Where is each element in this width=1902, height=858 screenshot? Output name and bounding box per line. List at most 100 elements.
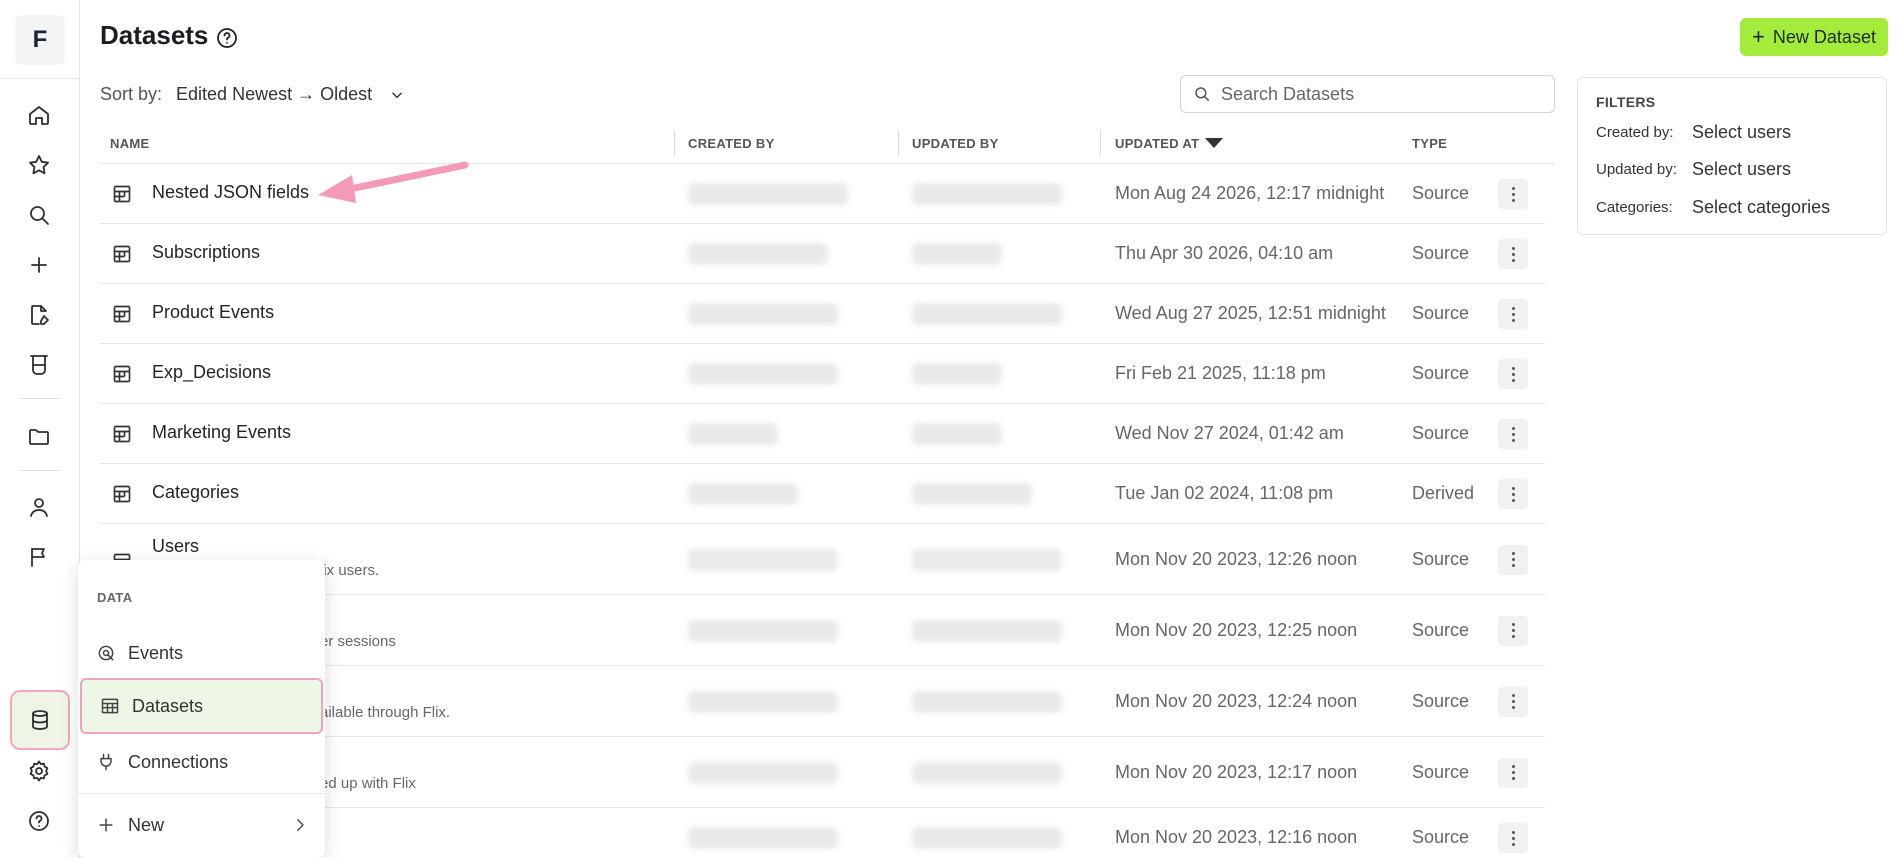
filters-panel: FILTERS Created by: Select users Updated… xyxy=(1577,77,1887,235)
updated-at-cell: Wed Aug 27 2025, 12:51 midnight xyxy=(1115,303,1386,323)
plus-icon xyxy=(31,257,47,273)
menu-item-new[interactable]: New xyxy=(78,800,325,850)
row-more-button[interactable] xyxy=(1498,823,1528,853)
plug-icon xyxy=(100,753,112,771)
home-icon xyxy=(29,106,49,125)
user-icon xyxy=(30,498,48,517)
sort-label: Sort by: xyxy=(100,84,163,104)
created-by-select[interactable]: Select users xyxy=(1692,122,1791,143)
table-row[interactable]: Marketing Events Wed Nov 27 2024, 01:42 a… xyxy=(100,404,1545,464)
column-header-updated-by[interactable]: UPDATED BY xyxy=(912,122,999,164)
favorites-button[interactable] xyxy=(18,144,60,186)
type-cell: Source xyxy=(1412,183,1470,203)
menu-item-datasets[interactable]: Datasets xyxy=(80,678,323,734)
table-row[interactable]: Categories Tue Jan 02 2024, 11:08 pm Deriv… xyxy=(100,464,1545,524)
menu-divider xyxy=(78,793,325,794)
table-row[interactable]: Subscriptions Thu Apr 30 2026, 04:10 am So… xyxy=(100,224,1545,284)
table-icon xyxy=(113,425,131,443)
create-button[interactable] xyxy=(18,244,60,286)
updated-by-label: Updated by: xyxy=(1596,161,1677,178)
dataset-name[interactable]: Exp_Decisions xyxy=(152,362,271,383)
table-icon xyxy=(113,245,131,263)
dataset-name[interactable]: Nested JSON fields xyxy=(152,182,309,203)
new-dataset-label: New Dataset xyxy=(1772,26,1876,47)
dataset-name[interactable]: Categories xyxy=(152,482,239,503)
folder-icon xyxy=(29,429,49,445)
table-row[interactable]: Product Events Wed Aug 27 2025, 12:51 mid… xyxy=(100,284,1545,344)
table-row[interactable]: Exp_Decisions Fri Feb 21 2025, 11:18 pm So… xyxy=(100,344,1545,404)
dataset-name[interactable]: Marketing Events xyxy=(152,422,291,443)
search-input[interactable] xyxy=(1221,83,1521,105)
menu-item-datasets-label: Datasets xyxy=(132,695,204,716)
star-icon xyxy=(29,155,49,175)
home-button[interactable] xyxy=(18,94,60,136)
dataset-name[interactable]: Users xyxy=(152,536,199,557)
type-cell: Source xyxy=(1412,827,1470,847)
row-more-button[interactable] xyxy=(1498,239,1528,269)
dataset-name[interactable]: Product Events xyxy=(152,302,274,323)
rail-divider xyxy=(20,398,60,399)
row-more-button[interactable] xyxy=(1498,419,1528,449)
sort-dropdown[interactable]: Sort by: Edited Newest → Oldest xyxy=(100,84,404,105)
column-header-created-by[interactable]: CREATED BY xyxy=(688,122,775,164)
updated-by-select[interactable]: Select users xyxy=(1692,159,1791,180)
created-by-redacted xyxy=(688,423,778,445)
menu-item-events-label: Events xyxy=(128,642,184,663)
created-by-redacted xyxy=(688,690,838,713)
updated-at-cell: Mon Nov 20 2023, 12:16 noon xyxy=(1115,827,1358,847)
menu-item-events[interactable]: Events xyxy=(78,628,325,678)
column-header-type[interactable]: TYPE xyxy=(1412,122,1447,164)
dataset-description: er sessions xyxy=(320,633,396,650)
page-title: Datasets xyxy=(100,20,209,50)
help-button[interactable] xyxy=(18,800,60,842)
menu-item-connections[interactable]: Connections xyxy=(78,737,325,787)
row-more-button[interactable] xyxy=(1498,359,1528,389)
row-more-button[interactable] xyxy=(1498,479,1528,509)
row-more-button[interactable] xyxy=(1498,179,1528,209)
editor-button[interactable] xyxy=(18,294,60,336)
updated-by-redacted xyxy=(912,827,1062,849)
more-vertical-icon xyxy=(1511,432,1515,436)
folders-button[interactable] xyxy=(18,416,60,458)
row-more-button[interactable] xyxy=(1498,544,1528,575)
app-logo[interactable]: F xyxy=(15,15,65,65)
row-more-button[interactable] xyxy=(1498,686,1528,717)
dataset-description: ailable through Flix. xyxy=(320,704,451,721)
row-more-button[interactable] xyxy=(1498,757,1528,788)
data-button[interactable] xyxy=(10,690,70,750)
new-dataset-button[interactable]: + New Dataset xyxy=(1740,18,1888,56)
search-button[interactable] xyxy=(18,194,60,236)
updated-at-cell: Fri Feb 21 2025, 11:18 pm xyxy=(1115,363,1326,383)
reports-button[interactable] xyxy=(18,536,60,578)
search-box[interactable] xyxy=(1180,75,1555,113)
updated-by-redacted xyxy=(912,690,1062,713)
users-button[interactable] xyxy=(18,486,60,528)
dataset-description: lix users. xyxy=(320,562,380,579)
created-by-redacted xyxy=(688,619,838,642)
created-by-redacted xyxy=(688,363,838,385)
updated-at-cell: Mon Nov 20 2023, 12:25 noon xyxy=(1115,619,1358,640)
more-vertical-icon xyxy=(1511,700,1515,703)
more-vertical-icon xyxy=(1511,252,1515,256)
column-header-updated-at[interactable]: UPDATED AT xyxy=(1115,122,1224,164)
dataset-name[interactable]: Subscriptions xyxy=(152,242,260,263)
column-divider xyxy=(674,130,675,156)
plus-icon: + xyxy=(1752,24,1765,49)
row-more-button[interactable] xyxy=(1498,299,1528,329)
experiments-button[interactable] xyxy=(18,344,60,386)
plus-icon xyxy=(99,818,113,832)
more-vertical-icon xyxy=(1511,629,1515,632)
file-edit-icon xyxy=(31,305,49,325)
column-header-name[interactable]: NAME xyxy=(110,122,149,164)
column-divider xyxy=(1100,130,1101,156)
type-cell: Source xyxy=(1412,303,1470,323)
settings-button[interactable] xyxy=(18,750,60,792)
categories-select[interactable]: Select categories xyxy=(1692,197,1830,218)
updated-by-redacted xyxy=(912,363,1002,385)
database-icon xyxy=(32,710,48,730)
updated-by-redacted xyxy=(912,243,1002,265)
row-more-button[interactable] xyxy=(1498,615,1528,646)
type-cell: Source xyxy=(1412,619,1470,640)
type-cell: Source xyxy=(1412,363,1470,383)
help-circle-icon[interactable] xyxy=(215,26,239,50)
